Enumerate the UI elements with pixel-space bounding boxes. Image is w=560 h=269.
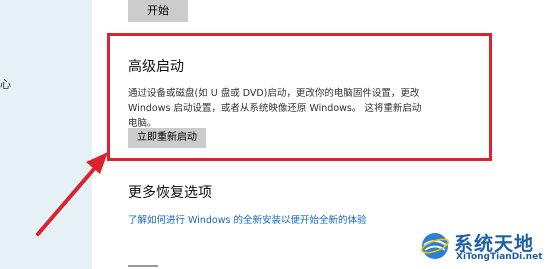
- watermark-url: XiTongTianDi.net: [456, 252, 543, 262]
- site-watermark: 系统天地 XiTongTianDi.net: [420, 227, 556, 267]
- globe-logo-icon: [420, 233, 450, 259]
